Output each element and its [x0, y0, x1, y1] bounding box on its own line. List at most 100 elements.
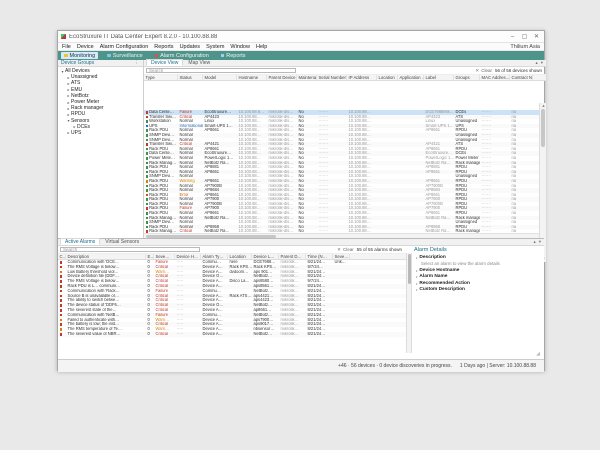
alarm-severity-icon: [60, 266, 63, 269]
bullet-icon: •: [416, 255, 417, 260]
column-header-loc[interactable]: Location: [377, 75, 398, 81]
collapse-panel-icon[interactable]: ▴: [532, 239, 536, 245]
device-search-input[interactable]: [146, 68, 296, 74]
alarm-column-header-5[interactable]: Alarm Ty…: [201, 254, 228, 260]
alarm-severity-icon: [60, 290, 63, 293]
alarm-column-header-7[interactable]: Device L…: [252, 254, 279, 260]
device-clear-link[interactable]: ✕ Clear: [474, 68, 492, 74]
alarm-detail-item: •Custom Description: [416, 287, 530, 292]
column-header-serial[interactable]: Serial Number: [317, 75, 347, 81]
app-window: EcoStruxure IT Data Center Expert 8.2.0 …: [57, 30, 545, 371]
nav-tab-label: Surveillance: [113, 53, 143, 59]
tree-item-label: NetBotz: [71, 93, 89, 99]
maximize-button[interactable]: ▢: [520, 32, 529, 42]
alarm-severity-icon: [60, 314, 63, 317]
alarm-cell-s: Critical: [154, 332, 175, 337]
tab-map-view[interactable]: Map View: [184, 59, 214, 66]
alarm-severity-icon: [60, 261, 63, 264]
alarms-panel: Active Alarms Virtual Sensors ▴ ▾ ✕ Clea…: [58, 238, 544, 359]
alarm-search-row: ✕ Clear 55 of 55 alarms shown: [58, 246, 406, 254]
alarm-column-header-3[interactable]: Seve…: [154, 254, 175, 260]
device-groups-panel: Device Groups ⋮ ▾All Devices▸Unassigned▸…: [58, 60, 144, 238]
alarm-detail-item: •Device Hostname: [416, 268, 530, 273]
device-type-icon: [146, 157, 149, 160]
column-header-ip[interactable]: IP Address: [347, 75, 377, 81]
alarm-column-header-10[interactable]: Seve…: [333, 254, 350, 260]
menu-alarm-configuration[interactable]: Alarm Configuration: [100, 44, 149, 50]
alarm-column-header-0[interactable]: C…: [58, 254, 66, 260]
menu-window[interactable]: Window: [230, 44, 250, 50]
alarm-detail-label: Description: [419, 255, 445, 260]
alarm-severity-icon: [60, 319, 63, 322]
tab-active-alarms[interactable]: Active Alarms: [60, 238, 100, 245]
scroll-thumb[interactable]: [541, 109, 545, 147]
alarm-clear-label: Clear: [343, 247, 354, 252]
menu-reports[interactable]: Reports: [154, 44, 173, 50]
alarm-cell-a: Device A…: [201, 332, 228, 337]
alarm-column-header-6[interactable]: Location: [228, 254, 252, 260]
column-header-m[interactable]: Model: [203, 75, 237, 81]
expand-panel-icon[interactable]: ▾: [540, 60, 544, 66]
alarm-table-vscrollbar[interactable]: [406, 253, 412, 353]
device-type-icon: [146, 116, 149, 119]
scroll-thumb[interactable]: [408, 254, 411, 284]
alarm-cell-x: [333, 332, 350, 337]
alarm-search-input[interactable]: [60, 247, 200, 253]
nav-tab-surveillance[interactable]: Surveillance: [104, 52, 145, 59]
column-header-app[interactable]: Application ...: [398, 75, 424, 81]
column-header-parent[interactable]: Parent Device: [267, 75, 297, 81]
column-header-maint[interactable]: Maintenan...: [297, 75, 317, 81]
column-header-t[interactable]: Type: [144, 75, 178, 81]
collapse-panel-icon[interactable]: ▴: [534, 60, 538, 66]
alarm-column-header-9[interactable]: Time (N…: [306, 254, 333, 260]
nav-tab-label: Monitoring: [70, 53, 96, 59]
alarm-row[interactable]: The severest value of NBR…0Critical·····…: [58, 332, 406, 337]
minimize-button[interactable]: –: [508, 32, 517, 42]
alarm-severity-icon: [60, 285, 63, 288]
alarm-column-header-4[interactable]: Device H…: [175, 254, 201, 260]
resize-grip-icon[interactable]: ◢: [536, 351, 540, 357]
tree-item-ups[interactable]: ▸UPS: [58, 130, 143, 136]
alarm-detail-item: •Alarm Name: [416, 274, 530, 279]
nav-tab-alarm-configuration[interactable]: Alarm Configuration: [152, 52, 212, 59]
device-type-icon: [146, 203, 149, 206]
tree-item-label: Unassigned: [71, 74, 97, 80]
tree-item-label: DCEs: [77, 124, 90, 130]
menu-updates[interactable]: Updates: [180, 44, 201, 50]
alarm-column-header-2[interactable]: E…: [146, 254, 154, 260]
alarm-cell-e: 0: [146, 332, 154, 337]
device-groups-header[interactable]: Device Groups ⋮: [58, 60, 143, 67]
device-type-icon: [146, 226, 149, 229]
column-header-g[interactable]: Groups: [454, 75, 480, 81]
bullet-icon: •: [416, 281, 417, 286]
column-header-label[interactable]: Label: [424, 75, 454, 81]
panel-menu-icon[interactable]: ⋮: [134, 60, 141, 66]
column-header-s[interactable]: Status: [178, 75, 203, 81]
column-header-host[interactable]: Hostname: [237, 75, 267, 81]
menu-device[interactable]: Device: [77, 44, 94, 50]
tab-device-view[interactable]: Device View: [146, 59, 183, 66]
close-button[interactable]: ✕: [532, 32, 541, 42]
column-header-mac[interactable]: MAC Addres...: [480, 75, 510, 81]
nav-tab-label: Alarm Configuration: [160, 53, 209, 59]
device-clear-label: Clear: [481, 68, 492, 73]
tab-virtual-sensors[interactable]: Virtual Sensors: [101, 238, 143, 245]
tree-item-label: EMU: [71, 87, 82, 93]
alarm-detail-label: Recommended Action: [419, 281, 469, 286]
expand-panel-icon[interactable]: ▾: [538, 239, 542, 245]
menu-file[interactable]: File: [62, 44, 71, 50]
nav-tab-reports[interactable]: Reports: [218, 52, 249, 59]
alarm-column-header-8[interactable]: Parent D…: [279, 254, 306, 260]
alarm-detail-label: Custom Description: [419, 287, 465, 292]
alarm-table-body: Communication with 'DCE…0Failure·····Com…: [58, 260, 406, 340]
menu-system[interactable]: System: [206, 44, 224, 50]
tree-item-label: RPDU: [71, 111, 85, 117]
nav-tab-monitoring[interactable]: Monitoring: [61, 52, 98, 59]
alarm-clear-link[interactable]: ✕ Clear: [336, 247, 354, 253]
title-bar[interactable]: EcoStruxure IT Data Center Expert 8.2.0 …: [58, 31, 544, 43]
alarm-column-header-1[interactable]: Description: [66, 254, 146, 260]
alarm-detail-item: •Recommended Action: [416, 281, 530, 286]
bullet-icon: •: [416, 287, 417, 292]
column-header-contract[interactable]: Contract Nu...: [510, 75, 533, 81]
menu-help[interactable]: Help: [256, 44, 267, 50]
